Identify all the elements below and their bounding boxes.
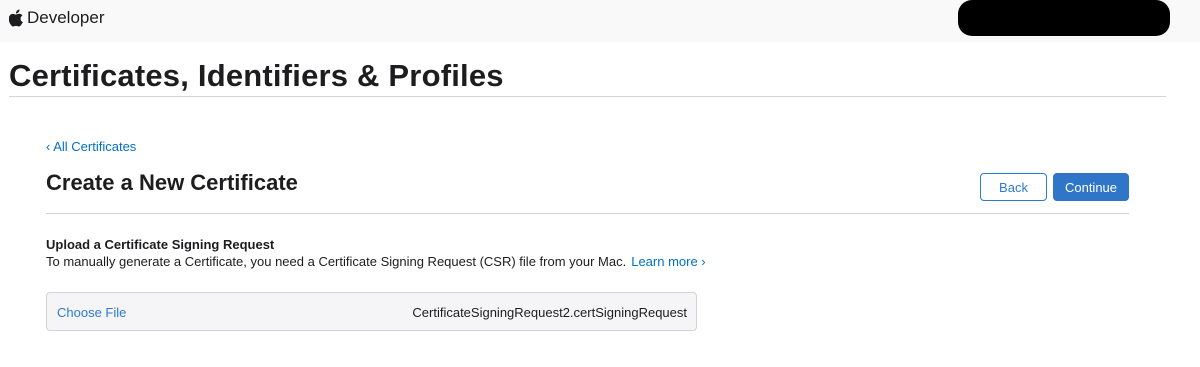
developer-home-link[interactable]: Developer xyxy=(9,7,105,29)
section-divider xyxy=(46,213,1129,214)
brand-label: Developer xyxy=(27,8,105,27)
upload-description: To manually generate a Certificate, you … xyxy=(46,254,627,269)
all-certificates-link[interactable]: ‹ All Certificates xyxy=(46,139,136,154)
title-divider xyxy=(9,96,1166,97)
choose-file-button[interactable]: Choose File xyxy=(57,305,126,320)
apple-logo-icon xyxy=(9,9,24,27)
back-button[interactable]: Back xyxy=(980,173,1047,201)
learn-more-link[interactable]: Learn more › xyxy=(631,254,705,269)
section-title: Create a New Certificate xyxy=(46,170,298,195)
global-nav: Developer xyxy=(0,0,1200,42)
account-menu-redacted[interactable] xyxy=(958,0,1170,36)
file-picker[interactable]: Choose File CertificateSigningRequest2.c… xyxy=(46,292,697,331)
continue-button[interactable]: Continue xyxy=(1053,173,1129,201)
page-title: Certificates, Identifiers & Profiles xyxy=(9,58,504,93)
upload-description-row: To manually generate a Certificate, you … xyxy=(46,254,706,269)
upload-heading: Upload a Certificate Signing Request xyxy=(46,237,275,252)
selected-file-name: CertificateSigningRequest2.certSigningRe… xyxy=(412,305,687,320)
